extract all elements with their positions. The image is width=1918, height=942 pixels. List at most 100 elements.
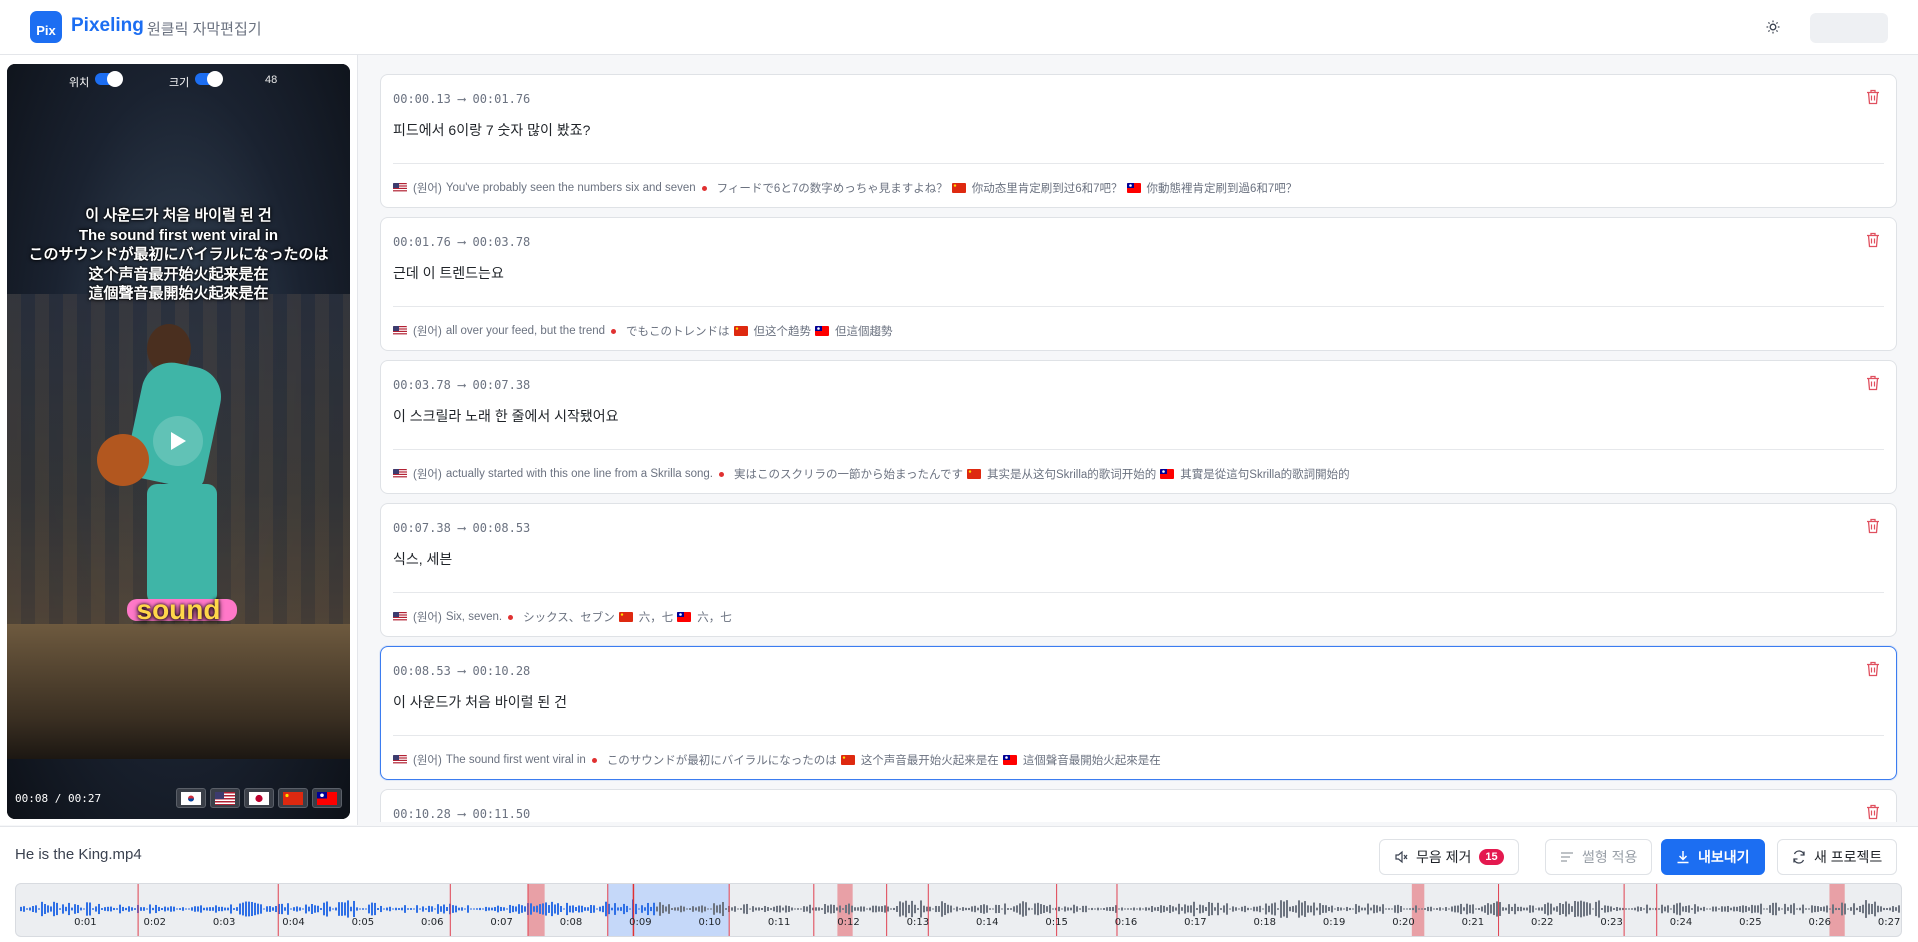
trash-icon[interactable]: [1866, 661, 1882, 679]
trash-icon[interactable]: [1866, 89, 1882, 107]
segment-time[interactable]: 00:10.28 ⟶ 00:11.50: [393, 807, 530, 821]
translation-zh-cn[interactable]: 但这个趋势: [754, 323, 812, 339]
translation-zh-tw[interactable]: 其實是從這句Skrilla的歌詞開始的: [1180, 466, 1349, 482]
segment-card[interactable]: 00:03.78 ⟶ 00:07.38 이 스크릴라 노래 한 줄에서 시작됐어요…: [380, 360, 1897, 494]
segment-text[interactable]: 피드에서 6이랑 7 숫자 많이 봤죠?: [393, 120, 590, 140]
timeline-tick-label: 0:11: [768, 917, 790, 928]
waveform-bar: [1163, 905, 1165, 913]
translation-en[interactable]: You've probably seen the numbers six and…: [446, 182, 696, 194]
play-button[interactable]: [153, 416, 203, 466]
translation-zh-cn[interactable]: 你动态里肯定刷到过6和7吧？: [972, 180, 1123, 196]
timeline-tick-label: 0:06: [421, 917, 443, 928]
segment-time[interactable]: 00:01.76 ⟶ 00:03.78: [393, 235, 530, 249]
flag-tw-button[interactable]: [312, 788, 342, 808]
translation-zh-tw[interactable]: 但這個趨勢: [835, 323, 893, 339]
trash-icon[interactable]: [1866, 804, 1882, 822]
translation-ja[interactable]: 実はこのスクリラの一節から始まったんです: [734, 466, 963, 482]
segment-card[interactable]: 00:08.53 ⟶ 00:10.28 이 사운드가 처음 바이럴 된 건 (원어)…: [380, 646, 1897, 780]
position-toggle[interactable]: [95, 71, 123, 87]
waveform-bar: [1184, 904, 1186, 914]
waveform-bar: [1067, 907, 1069, 911]
waveform-bar: [1469, 904, 1471, 914]
waveform-bar: [878, 906, 880, 912]
translation-en[interactable]: actually started with this one line from…: [446, 468, 713, 480]
flag-jp-button[interactable]: [244, 788, 274, 808]
trash-icon[interactable]: [1866, 232, 1882, 250]
export-button[interactable]: 내보내기: [1661, 839, 1765, 875]
waveform-bar: [1607, 905, 1609, 913]
segment-time[interactable]: 00:08.53 ⟶ 00:10.28: [393, 664, 530, 678]
divider: [393, 163, 1884, 164]
translation-zh-cn[interactable]: 其实是从这句Skrilla的歌词开始的: [987, 466, 1156, 482]
waveform-bar: [635, 903, 637, 915]
waveform-bar: [722, 901, 724, 917]
flag-us-button[interactable]: [210, 788, 240, 808]
original-label: (원어): [413, 469, 442, 481]
segment-card[interactable]: 00:07.38 ⟶ 00:08.53 식스, 세븐 (원어) Six, seven.…: [380, 503, 1897, 637]
waveform-bar: [1691, 908, 1693, 910]
timeline-tick-label: 0:07: [490, 917, 512, 928]
segment-time[interactable]: 00:07.38 ⟶ 00:08.53: [393, 521, 530, 535]
waveform-bar: [206, 907, 208, 911]
waveform-bar: [974, 905, 976, 913]
video-player[interactable]: 위치 크기 48 이 사운드가 처음 바이럴 된 건 The sound fir…: [7, 64, 350, 819]
waveform-bar: [158, 906, 160, 912]
segment-text[interactable]: 이 사운드가 처음 바이럴 된 건: [393, 692, 567, 712]
new-project-button[interactable]: 새 프로젝트: [1777, 839, 1898, 875]
waveform-bar: [719, 904, 721, 914]
flag-cn-button[interactable]: [278, 788, 308, 808]
waveform-bar: [926, 906, 928, 912]
sun-icon[interactable]: [1763, 17, 1783, 37]
translation-ja[interactable]: シックス、セブン: [523, 609, 615, 625]
waveform-bar: [596, 908, 598, 910]
waveform-bar: [287, 903, 289, 915]
size-slider[interactable]: [195, 71, 223, 87]
translation-zh-cn[interactable]: 这个声音最开始火起来是在: [861, 752, 999, 768]
translation-en[interactable]: all over your feed, but the trend: [446, 325, 605, 337]
waveform-bar: [80, 907, 82, 911]
segment-time[interactable]: 00:00.13 ⟶ 00:01.76: [393, 92, 530, 106]
waveform-bar: [398, 908, 400, 910]
flag-jp-icon: [719, 471, 725, 477]
translation-ja[interactable]: フィードで6と7の数字めっちゃ見ますよね？: [717, 180, 948, 196]
subtitle-overlay: 이 사운드가 처음 바이럴 된 건 The sound first went v…: [7, 206, 350, 304]
translation-zh-cn[interactable]: 六，七: [639, 609, 674, 625]
translation-ja[interactable]: でもこのトレンドは: [626, 323, 730, 339]
waveform-bar: [1049, 904, 1051, 914]
translation-en[interactable]: The sound first went viral in: [446, 754, 586, 766]
play-icon: [171, 432, 186, 450]
waveform-bar: [1733, 906, 1735, 912]
waveform-bar: [1430, 906, 1432, 912]
timeline-waveform[interactable]: 0:01 0:02 0:03 0:04 0:05 0:06 0:07 0:08 0:09 0:10…: [15, 883, 1902, 937]
waveform-bar: [1643, 908, 1645, 910]
account-placeholder[interactable]: [1810, 13, 1888, 43]
waveform-bar: [191, 907, 193, 911]
apply-waveform-button[interactable]: 썰형 적용: [1545, 839, 1653, 875]
segment-text[interactable]: 근데 이 트렌드는요: [393, 263, 504, 283]
translation-en[interactable]: Six, seven.: [446, 611, 502, 623]
segment-time[interactable]: 00:03.78 ⟶ 00:07.38: [393, 378, 530, 392]
remove-silence-button[interactable]: 무음 제거 15: [1379, 839, 1519, 875]
waveform-bar: [305, 904, 307, 914]
waveform-bar: [242, 902, 244, 916]
trash-icon[interactable]: [1866, 518, 1882, 536]
translation-zh-tw[interactable]: 你動態裡肯定刷到過6和7吧？: [1147, 180, 1298, 196]
waveform-bar: [1355, 904, 1357, 914]
segment-card[interactable]: 00:00.13 ⟶ 00:01.76 피드에서 6이랑 7 숫자 많이 봤죠? (…: [380, 74, 1897, 208]
segment-card[interactable]: 00:01.76 ⟶ 00:03.78 근데 이 트렌드는요 (원어) all ove…: [380, 217, 1897, 351]
segment-card[interactable]: 00:10.28 ⟶ 00:11.50(원어): [380, 789, 1897, 822]
segment-text[interactable]: 식스, 세븐: [393, 549, 452, 569]
waveform-bar: [47, 905, 49, 913]
waveform-bar: [662, 904, 664, 914]
flag-kr-button[interactable]: [176, 788, 206, 808]
waveform-bar: [1736, 906, 1738, 912]
waveform-bar: [530, 903, 532, 915]
waveform-bar: [1826, 905, 1828, 913]
waveform-bar: [1220, 908, 1222, 910]
trash-icon[interactable]: [1866, 375, 1882, 393]
segment-text[interactable]: 이 스크릴라 노래 한 줄에서 시작됐어요: [393, 406, 619, 426]
translation-ja[interactable]: このサウンドが最初にバイラルになったのは: [607, 752, 837, 768]
translation-zh-tw[interactable]: 這個聲音最開始火起來是在: [1023, 752, 1161, 768]
translation-zh-tw[interactable]: 六，七: [697, 609, 732, 625]
waveform-bar: [623, 903, 625, 915]
